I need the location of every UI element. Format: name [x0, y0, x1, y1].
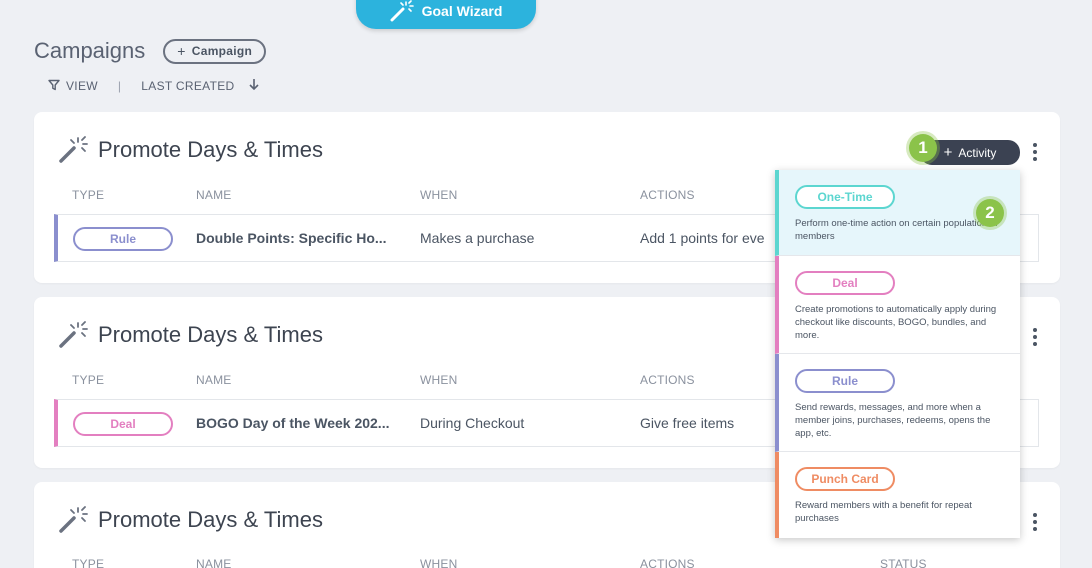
- view-filter-button[interactable]: VIEW: [48, 79, 98, 94]
- view-label: VIEW: [66, 79, 98, 93]
- step-badge-1: 1: [909, 134, 937, 162]
- punch-card-description: Reward members with a benefit for repeat…: [795, 500, 972, 524]
- filter-icon: [48, 79, 60, 94]
- column-header-name: NAME: [196, 373, 232, 387]
- column-header-actions: ACTIONS: [640, 188, 695, 202]
- magic-wand-icon: [58, 506, 88, 534]
- step-badge-2: 2: [976, 199, 1004, 227]
- column-header-name: NAME: [196, 557, 232, 568]
- campaign-title: Promote Days & Times: [58, 321, 323, 349]
- campaign-name: BOGO Day of the Week 202...: [196, 415, 390, 431]
- plus-icon: +: [177, 43, 186, 59]
- punch-card-pill: Punch Card: [795, 467, 895, 491]
- campaign-title: Promote Days & Times: [58, 136, 323, 164]
- more-options-icon[interactable]: [1028, 142, 1042, 162]
- column-header-type: TYPE: [72, 373, 105, 387]
- sort-label: LAST CREATED: [141, 79, 235, 93]
- add-activity-label: Activity: [958, 145, 997, 160]
- campaign-name: Double Points: Specific Ho...: [196, 230, 387, 246]
- type-badge: Rule: [73, 227, 173, 251]
- column-header-when: WHEN: [420, 188, 458, 202]
- column-header-actions: ACTIONS: [640, 557, 695, 568]
- menu-item-deal[interactable]: Deal Create promotions to automatically …: [775, 256, 1020, 354]
- menu-item-rule[interactable]: Rule Send rewards, messages, and more wh…: [775, 354, 1020, 452]
- one-time-description: Perform one-time action on certain popul…: [795, 218, 998, 242]
- deal-description: Create promotions to automatically apply…: [795, 304, 997, 341]
- magic-wand-icon: [58, 321, 88, 349]
- type-badge: Deal: [73, 412, 173, 436]
- rule-pill: Rule: [795, 369, 895, 393]
- column-header-when: WHEN: [420, 373, 458, 387]
- campaign-title: Promote Days & Times: [58, 506, 323, 534]
- campaign-toolbar: VIEW | LAST CREATED: [48, 78, 260, 94]
- column-header-type: TYPE: [72, 188, 105, 202]
- column-header-actions: ACTIONS: [640, 373, 695, 387]
- campaign-title-text: Promote Days & Times: [98, 137, 323, 162]
- more-options-icon[interactable]: [1028, 327, 1042, 347]
- campaign-actions: Add 1 points for eve: [640, 230, 765, 246]
- magic-wand-icon: [58, 136, 88, 164]
- menu-item-punch-card[interactable]: Punch Card Reward members with a benefit…: [775, 452, 1020, 538]
- add-campaign-button[interactable]: + Campaign: [163, 38, 267, 64]
- goal-wizard-button[interactable]: Goal Wizard: [356, 0, 536, 29]
- campaign-title-text: Promote Days & Times: [98, 507, 323, 532]
- column-header-type: TYPE: [72, 557, 105, 568]
- column-header-name: NAME: [196, 188, 232, 202]
- campaign-when: During Checkout: [420, 415, 525, 431]
- more-options-icon[interactable]: [1028, 512, 1042, 532]
- magic-wand-icon: [390, 0, 414, 22]
- page-header: Campaigns + Campaign: [34, 38, 267, 64]
- page-title: Campaigns: [34, 38, 146, 63]
- one-time-pill: One-Time: [795, 185, 895, 209]
- column-header-status: STATUS: [880, 557, 927, 568]
- toolbar-divider: |: [117, 79, 122, 93]
- add-campaign-label: Campaign: [191, 44, 253, 58]
- deal-pill: Deal: [795, 271, 895, 295]
- arrow-down-icon: [248, 78, 260, 94]
- rule-description: Send rewards, messages, and more when a …: [795, 402, 991, 439]
- goal-wizard-label: Goal Wizard: [421, 2, 503, 19]
- campaign-actions: Give free items: [640, 415, 735, 431]
- campaign-when: Makes a purchase: [420, 230, 535, 246]
- column-header-when: WHEN: [420, 557, 458, 568]
- sort-button[interactable]: LAST CREATED: [141, 78, 260, 94]
- plus-icon: +: [943, 144, 953, 161]
- campaign-title-text: Promote Days & Times: [98, 322, 323, 347]
